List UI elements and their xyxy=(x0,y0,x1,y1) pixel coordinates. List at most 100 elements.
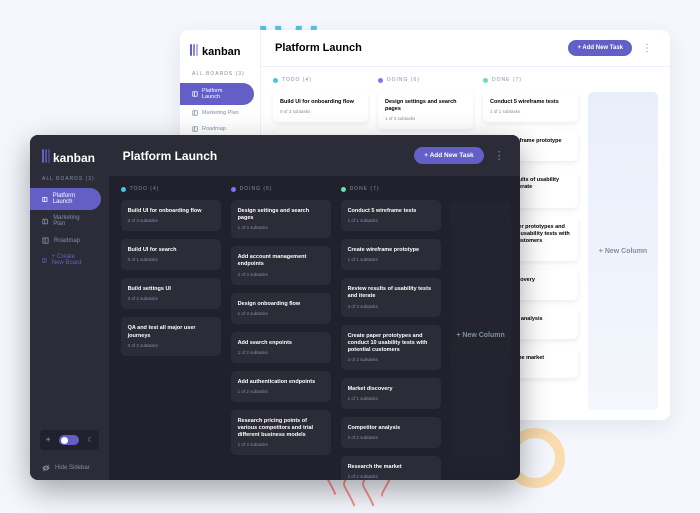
sidebar-item[interactable]: Marketing Plan xyxy=(180,105,254,121)
column-name: DONE (7) xyxy=(492,77,522,83)
task-title: Design settings and search pages xyxy=(238,208,324,222)
task-subtasks: 1 of 3 subtasks xyxy=(238,225,324,230)
column-header: TODO (4) xyxy=(273,77,368,83)
task-card[interactable]: Design onboarding flow1 of 3 subtasks xyxy=(231,293,331,324)
sidebar-item-label: + Create New Board xyxy=(52,254,89,266)
column: TODO (4) Build UI for onboarding flow0 of… xyxy=(121,186,221,470)
task-card[interactable]: Design settings and search pages 1 of 3 s… xyxy=(231,200,331,238)
add-task-button[interactable]: + Add New Task xyxy=(414,147,483,164)
task-title: Build settings UI xyxy=(128,286,214,293)
task-title: Competitor analysis xyxy=(348,425,434,432)
header: Platform Launch + Add New Task ⋮ xyxy=(109,135,520,176)
sidebar-item-label: Marketing Plan xyxy=(202,110,239,116)
sidebar-item[interactable]: + Create New Board xyxy=(30,249,101,271)
sidebar: kanban ALL BOARDS (3) Platform LaunchMar… xyxy=(30,135,109,480)
sidebar-item[interactable]: Marketing Plan xyxy=(30,210,101,232)
task-subtasks: 1 of 1 subtasks xyxy=(490,109,571,114)
board: TODO (4) Build UI for onboarding flow0 of… xyxy=(109,176,520,480)
task-card[interactable]: Add search enpoints 1 of 2 subtasks xyxy=(231,332,331,363)
task-subtasks: 1 of 3 subtasks xyxy=(385,116,466,121)
dark-window: kanban ALL BOARDS (3) Platform LaunchMar… xyxy=(30,135,520,480)
task-title: Add search enpoints xyxy=(238,340,324,347)
toggle-switch[interactable] xyxy=(59,435,79,445)
column-header: TODO (4) xyxy=(121,186,221,192)
task-card[interactable]: Conduct 5 wireframe tests1 of 1 subtasks xyxy=(341,200,441,231)
task-card[interactable]: Design settings and search pages1 of 3 s… xyxy=(378,91,473,129)
task-card[interactable]: Market discovery 1 of 1 subtasks xyxy=(341,378,441,409)
task-title: Build UI for search xyxy=(128,247,214,254)
sidebar-item[interactable]: Platform Launch xyxy=(30,188,101,210)
task-subtasks: 1 of 3 subtasks xyxy=(238,442,324,447)
task-card[interactable]: Review results of usability tests and it… xyxy=(341,278,441,316)
column-name: DOING (6) xyxy=(387,77,420,83)
column-header: DOING (6) xyxy=(378,77,473,83)
logo-bars-icon xyxy=(190,44,199,59)
task-subtasks: 0 of 3 subtasks xyxy=(128,218,214,223)
task-card[interactable]: Conduct 5 wireframe tests1 of 1 subtasks xyxy=(483,91,578,122)
task-card[interactable]: Build UI for search 0 of 1 subtasks xyxy=(121,239,221,270)
task-card[interactable]: Competitor analysis2 of 2 subtasks xyxy=(341,417,441,448)
board-icon xyxy=(42,257,47,264)
task-title: QA and test all major user journeys xyxy=(128,325,214,339)
sidebar-item-label: Roadmap xyxy=(54,238,80,244)
task-card[interactable]: Add authentication endpoints1 of 2 subta… xyxy=(231,371,331,402)
task-title: Add authentication endpoints xyxy=(238,379,324,386)
column-name: TODO (4) xyxy=(282,77,312,83)
task-subtasks: 2 of 2 subtasks xyxy=(348,357,434,362)
task-card[interactable]: Create paper prototypes and conduct 10 u… xyxy=(341,325,441,370)
column-name: DONE (7) xyxy=(350,186,380,192)
sidebar-item[interactable]: Platform Launch xyxy=(180,83,254,105)
new-column-button[interactable]: + New Column xyxy=(451,201,511,470)
board-icon xyxy=(42,196,48,203)
status-dot-icon xyxy=(121,187,126,192)
logo-bars-icon xyxy=(42,149,50,166)
task-title: Build UI for onboarding flow xyxy=(280,99,361,106)
theme-toggle[interactable]: ☀ ☾ xyxy=(40,430,99,450)
board-icon xyxy=(192,126,198,132)
task-card[interactable]: Build UI for onboarding flow0 of 3 subta… xyxy=(273,91,368,122)
page-title: Platform Launch xyxy=(123,149,218,163)
add-task-button[interactable]: + Add New Task xyxy=(568,40,632,56)
task-title: Market discovery xyxy=(348,386,434,393)
task-title: Conduct 5 wireframe tests xyxy=(348,208,434,215)
task-card[interactable]: Create wireframe prototype 1 of 1 subtask… xyxy=(341,239,441,270)
new-column-button[interactable]: + New Column xyxy=(588,92,658,410)
brand-name: kanban xyxy=(53,151,95,165)
task-card[interactable]: Research pricing points of various compe… xyxy=(231,410,331,455)
sidebar-item[interactable]: Roadmap xyxy=(30,232,101,249)
task-subtasks: 1 of 1 subtasks xyxy=(348,396,434,401)
task-card[interactable]: Build UI for onboarding flow0 of 3 subta… xyxy=(121,200,221,231)
sidebar-item-label: Platform Launch xyxy=(202,88,242,100)
task-title: Research the market xyxy=(348,464,434,471)
task-subtasks: 2 of 2 subtasks xyxy=(348,474,434,479)
header: Platform Launch + Add New Task ⋮ xyxy=(261,30,670,67)
task-subtasks: 0 of 2 subtasks xyxy=(128,296,214,301)
all-boards-label: ALL BOARDS (3) xyxy=(180,71,260,83)
task-subtasks: 2 of 3 subtasks xyxy=(238,272,324,277)
kebab-menu-icon[interactable]: ⋮ xyxy=(638,43,656,54)
task-subtasks: 0 of 1 subtasks xyxy=(128,257,214,262)
task-card[interactable]: Add account management endpoints 2 of 3 s… xyxy=(231,246,331,284)
sidebar-item-label: Roadmap xyxy=(202,126,226,132)
task-card[interactable]: Research the market 2 of 2 subtasks xyxy=(341,456,441,480)
status-dot-icon xyxy=(483,78,488,83)
task-subtasks: 1 of 1 subtasks xyxy=(348,257,434,262)
task-title: Add account management endpoints xyxy=(238,254,324,268)
kebab-menu-icon[interactable]: ⋮ xyxy=(490,149,509,162)
task-subtasks: 1 of 2 subtasks xyxy=(238,350,324,355)
column-name: DOING (6) xyxy=(240,186,273,192)
status-dot-icon xyxy=(273,78,278,83)
moon-icon: ☾ xyxy=(87,436,93,444)
column-header: DOING (6) xyxy=(231,186,331,192)
board-icon xyxy=(42,218,48,225)
task-card[interactable]: QA and test all major user journeys0 of … xyxy=(121,317,221,355)
logo: kanban xyxy=(30,135,109,176)
status-dot-icon xyxy=(378,78,383,83)
task-card[interactable]: Build settings UI 0 of 2 subtasks xyxy=(121,278,221,309)
task-title: Design onboarding flow xyxy=(238,301,324,308)
task-title: Create wireframe prototype xyxy=(348,247,434,254)
column-header: DONE (7) xyxy=(483,77,578,83)
board-icon xyxy=(42,237,49,244)
hide-sidebar-button[interactable]: Hide Sidebar xyxy=(30,456,109,480)
brand-name: kanban xyxy=(202,46,241,58)
